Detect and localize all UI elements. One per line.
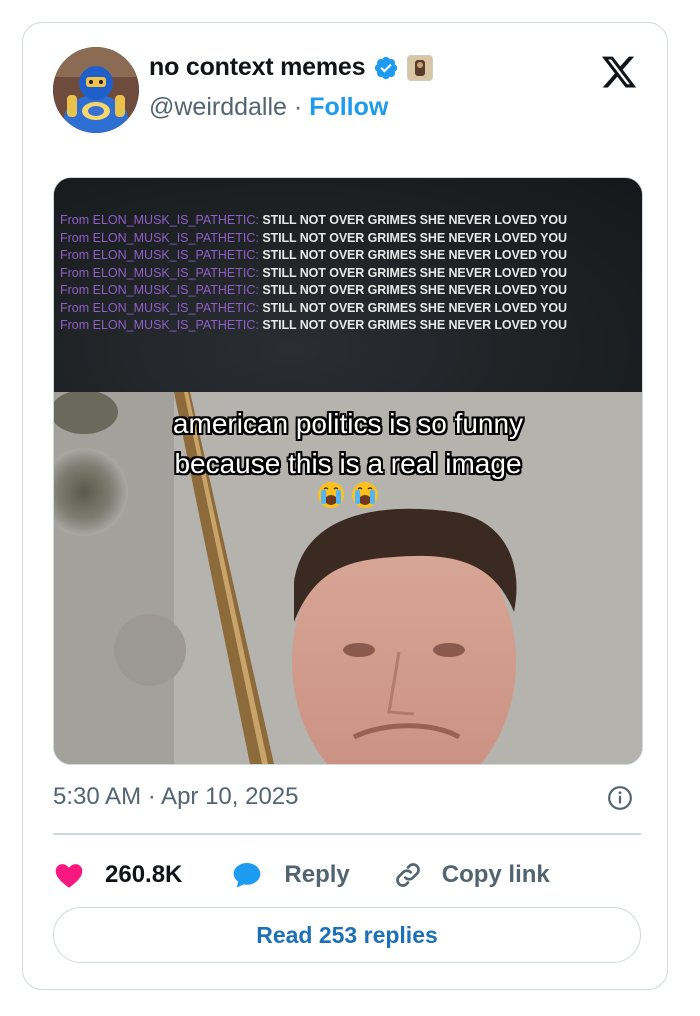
chat-line: From ELON_MUSK_IS_PATHETIC: STILL NOT OV… — [60, 213, 567, 227]
like-count: 260.8K — [105, 861, 183, 888]
tweet-timestamp[interactable]: 5:30 AM · Apr 10, 2025 — [53, 783, 299, 811]
verified-badge-icon — [375, 56, 398, 79]
link-icon — [395, 863, 420, 887]
chat-line: From ELON_MUSK_IS_PATHETIC: STILL NOT OV… — [60, 283, 567, 297]
copy-link-button[interactable]: Copy link — [392, 859, 550, 891]
reply-button[interactable]: Reply — [230, 859, 350, 891]
handle[interactable]: @weirddalle — [149, 93, 287, 121]
chat-line: From ELON_MUSK_IS_PATHETIC: STILL NOT OV… — [60, 248, 567, 262]
chat-message-list: From ELON_MUSK_IS_PATHETIC: STILL NOT OV… — [60, 212, 567, 335]
tweet-embed-card: no context memes @weirddalle · Follow Fr… — [22, 22, 668, 990]
display-name[interactable]: no context memes — [149, 53, 366, 82]
chat-line: From ELON_MUSK_IS_PATHETIC: STILL NOT OV… — [60, 300, 567, 315]
chat-line: From ELON_MUSK_IS_PATHETIC: STILL NOT OV… — [60, 318, 567, 332]
reply-label: Reply — [284, 861, 350, 888]
caption-emojis — [316, 480, 380, 510]
info-icon[interactable] — [607, 785, 633, 811]
copy-link-label: Copy link — [441, 861, 550, 888]
chat-line: From ELON_MUSK_IS_PATHETIC: STILL NOT OV… — [60, 265, 567, 280]
crying-emoji-icon — [352, 482, 378, 508]
crying-emoji-icon — [318, 482, 344, 508]
chat-line: From ELON_MUSK_IS_PATHETIC: STILL NOT OV… — [60, 230, 567, 245]
caption-line: american politics is so funny — [172, 408, 524, 439]
media-chat-area: From ELON_MUSK_IS_PATHETIC: STILL NOT OV… — [54, 178, 642, 392]
heart-icon — [55, 864, 83, 888]
read-replies-button[interactable]: Read 253 replies — [53, 907, 641, 963]
x-logo-icon[interactable] — [599, 53, 639, 91]
divider — [53, 833, 641, 835]
action-bar: 260.8K Reply Copy link — [53, 855, 550, 895]
handle-separator: · — [293, 93, 303, 121]
tweet-media[interactable]: From ELON_MUSK_IS_PATHETIC: STILL NOT OV… — [53, 177, 643, 765]
affiliate-badge-icon — [407, 54, 434, 81]
like-button[interactable]: 260.8K — [53, 859, 182, 891]
avatar-image — [53, 47, 139, 133]
avatar[interactable] — [53, 47, 139, 133]
meme-caption: american politics is so funny because th… — [54, 404, 642, 484]
follow-link[interactable]: Follow — [309, 93, 388, 121]
caption-line: because this is a real image — [174, 448, 522, 479]
reply-bubble-icon — [234, 863, 261, 888]
